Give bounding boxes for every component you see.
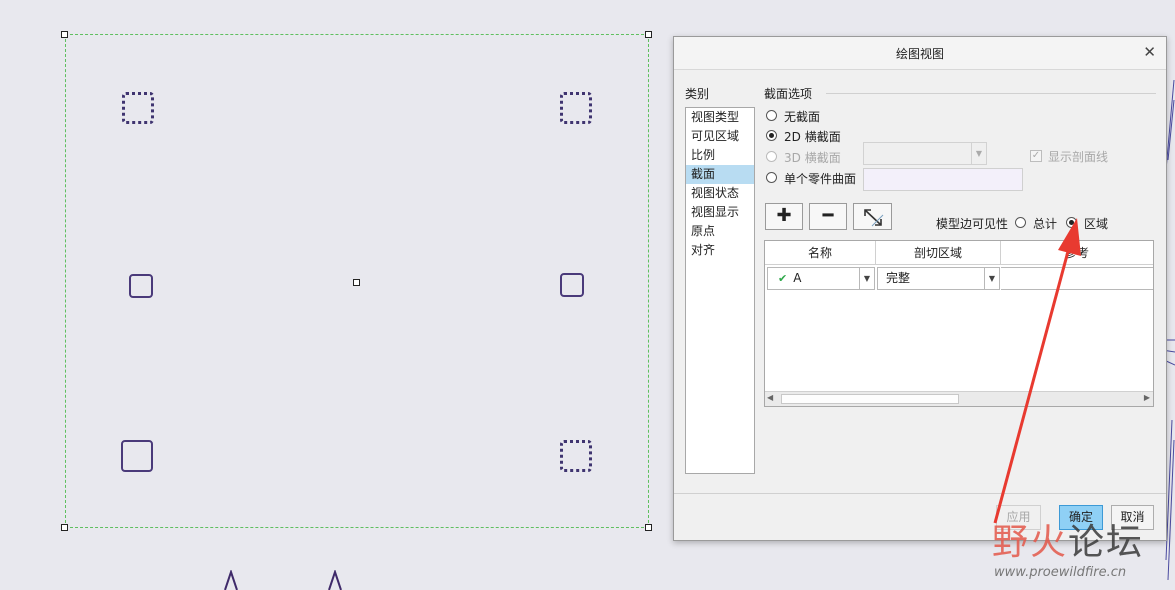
watermark-url: www.proewildfire.cn — [994, 565, 1127, 580]
annotation-arrow — [993, 218, 1081, 524]
watermark-title: 野火论坛 — [992, 522, 1145, 563]
watermark-logo: 野火论坛 www.proewildfire.cn — [990, 522, 1170, 584]
